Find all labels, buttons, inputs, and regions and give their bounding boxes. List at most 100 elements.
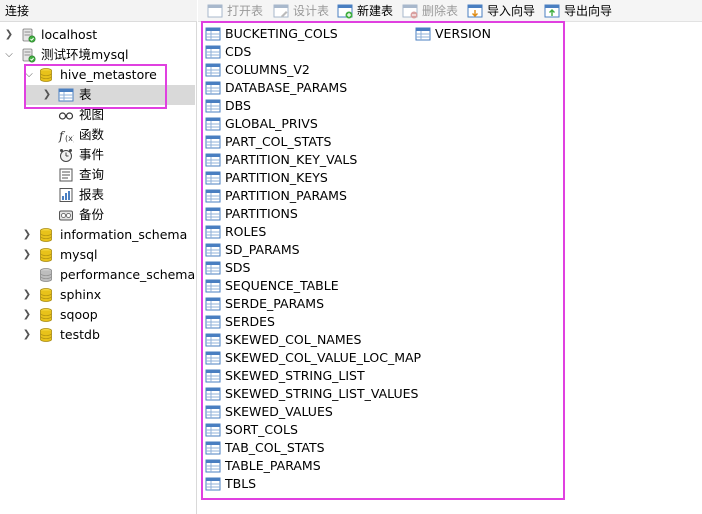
- table-icon: [205, 242, 221, 258]
- table-icon: [205, 368, 221, 384]
- table-item-label: SORT_COLS: [225, 422, 298, 437]
- tree-item-label: 表: [79, 87, 92, 102]
- table-icon: [205, 260, 221, 276]
- table-item-label: SD_PARAMS: [225, 242, 300, 257]
- table-item-label: SKEWED_STRING_LIST_VALUES: [225, 386, 419, 401]
- tree-item-queries[interactable]: 查询: [0, 165, 197, 185]
- backup-icon: [59, 210, 73, 221]
- table-item-label: SDS: [225, 260, 251, 275]
- table-icon: [205, 26, 221, 42]
- chevron-down-icon[interactable]: ⌵: [24, 65, 34, 85]
- design-table-button[interactable]: 设计表: [273, 2, 335, 20]
- tree-item-label: 事件: [79, 147, 105, 162]
- database-icon: [38, 287, 54, 303]
- tree-item-test-mysql[interactable]: ⌵ 测试环境mysql: [0, 45, 197, 65]
- export-wizard-button[interactable]: 导出向导: [544, 2, 618, 20]
- tree-item-sphinx[interactable]: ❯ sphinx: [0, 285, 197, 305]
- table-list: VERSION TBLS TABLE_PARAMS TAB_COL_STATS SORT…: [201, 21, 702, 514]
- tree-item-performance-schema[interactable]: performance_schema: [0, 265, 197, 285]
- chevron-down-icon[interactable]: ⌵: [4, 45, 14, 65]
- table-icon: [205, 80, 221, 96]
- table-icon: [205, 62, 221, 78]
- tree-item-label: 函数: [79, 127, 105, 142]
- svg-text:(x): (x): [65, 134, 74, 143]
- table-icon: [205, 350, 221, 366]
- table-item-label: TABLE_PARAMS: [225, 458, 321, 473]
- open-table-icon: [207, 4, 223, 18]
- table-icon: [205, 422, 221, 438]
- chevron-right-icon[interactable]: ❯: [22, 245, 32, 265]
- server-icon: [20, 47, 36, 63]
- chevron-right-icon[interactable]: ❯: [22, 325, 32, 345]
- table-item-label: SKEWED_STRING_LIST: [225, 368, 365, 383]
- import-wizard-button[interactable]: 导入向导: [467, 2, 539, 20]
- table-item-label: GLOBAL_PRIVS: [225, 116, 318, 131]
- table-item-label: PARTITION_KEYS: [225, 170, 328, 185]
- export-wizard-icon: [544, 4, 560, 18]
- chevron-right-icon[interactable]: ❯: [42, 85, 52, 105]
- table-icon: [205, 134, 221, 150]
- function-icon: f (x): [58, 129, 74, 143]
- tree-item-label: 报表: [79, 187, 105, 202]
- object-toolbar: 打开表 设计表 新建表 删除表 导入向导 导出向导: [198, 0, 702, 22]
- tree-item-events[interactable]: 事件: [0, 145, 197, 165]
- report-icon: [59, 188, 73, 202]
- table-item-label: PARTITIONS: [225, 206, 298, 221]
- table-item-label: ROLES: [225, 224, 267, 239]
- view-icon: [58, 112, 74, 120]
- table-item-label: CDS: [225, 44, 252, 59]
- table-icon: [205, 296, 221, 312]
- table-item-label: TAB_COL_STATS: [225, 440, 325, 455]
- table-item-label: PARTITION_KEY_VALS: [225, 152, 358, 167]
- tree-item-hive-metastore[interactable]: ⌵ hive_metastore: [0, 65, 197, 85]
- tree-item-reports[interactable]: 报表: [0, 185, 197, 205]
- table-icon: [205, 188, 221, 204]
- database-icon: [38, 327, 54, 343]
- tree-item-tables[interactable]: ❯ 表: [25, 85, 195, 105]
- table-item-label: SKEWED_COL_VALUE_LOC_MAP: [225, 350, 422, 365]
- chevron-right-icon[interactable]: ❯: [4, 25, 14, 45]
- tree-item-testdb[interactable]: ❯ testdb: [0, 325, 197, 345]
- database-icon: [38, 247, 54, 263]
- tree-item-localhost[interactable]: ❯ localhost: [0, 25, 197, 45]
- tree-item-label: performance_schema: [60, 267, 196, 282]
- table-icon: [205, 476, 221, 492]
- open-table-button[interactable]: 打开表: [207, 2, 269, 20]
- import-wizard-icon: [467, 4, 483, 18]
- tree-item-label: testdb: [60, 327, 100, 342]
- chevron-right-icon[interactable]: ❯: [22, 225, 32, 245]
- table-icon: [205, 224, 221, 240]
- connection-panel-title: 连接: [0, 0, 197, 22]
- database-icon: [38, 67, 54, 83]
- tree-item-information-schema[interactable]: ❯ information_schema: [0, 225, 197, 245]
- table-icon: [205, 386, 221, 402]
- table-folder-icon: [58, 87, 74, 103]
- tree-item-label: mysql: [60, 247, 98, 262]
- tree-item-mysql[interactable]: ❯ mysql: [0, 245, 197, 265]
- delete-table-icon: [402, 4, 418, 19]
- table-item-label: COLUMNS_V2: [225, 62, 310, 77]
- chevron-right-icon[interactable]: ❯: [22, 305, 32, 325]
- tree-item-label: hive_metastore: [60, 67, 157, 82]
- table-item-label: BUCKETING_COLS: [225, 26, 338, 41]
- tree-item-backups[interactable]: 备份: [0, 205, 197, 225]
- server-icon: [20, 27, 36, 43]
- table-item-label: SKEWED_VALUES: [225, 404, 333, 419]
- design-table-icon: [273, 4, 289, 18]
- tree-item-label: 测试环境mysql: [41, 47, 129, 62]
- table-icon: [205, 404, 221, 420]
- table-item-label: VERSION: [435, 26, 491, 41]
- table-item-label: SERDE_PARAMS: [225, 296, 325, 311]
- table-icon: [205, 170, 221, 186]
- chevron-right-icon[interactable]: ❯: [22, 285, 32, 305]
- table-item-label: SKEWED_COL_NAMES: [225, 332, 362, 347]
- table-icon: [205, 44, 221, 60]
- new-table-button[interactable]: 新建表: [337, 2, 399, 20]
- delete-table-button[interactable]: 删除表: [402, 2, 464, 20]
- table-item-label: TBLS: [225, 476, 257, 491]
- table-icon: [205, 206, 221, 222]
- event-icon: [60, 149, 72, 162]
- tree-item-views[interactable]: 视图: [0, 105, 197, 125]
- tree-item-functions[interactable]: f (x) 函数: [0, 125, 197, 145]
- tree-item-sqoop[interactable]: ❯ sqoop: [0, 305, 197, 325]
